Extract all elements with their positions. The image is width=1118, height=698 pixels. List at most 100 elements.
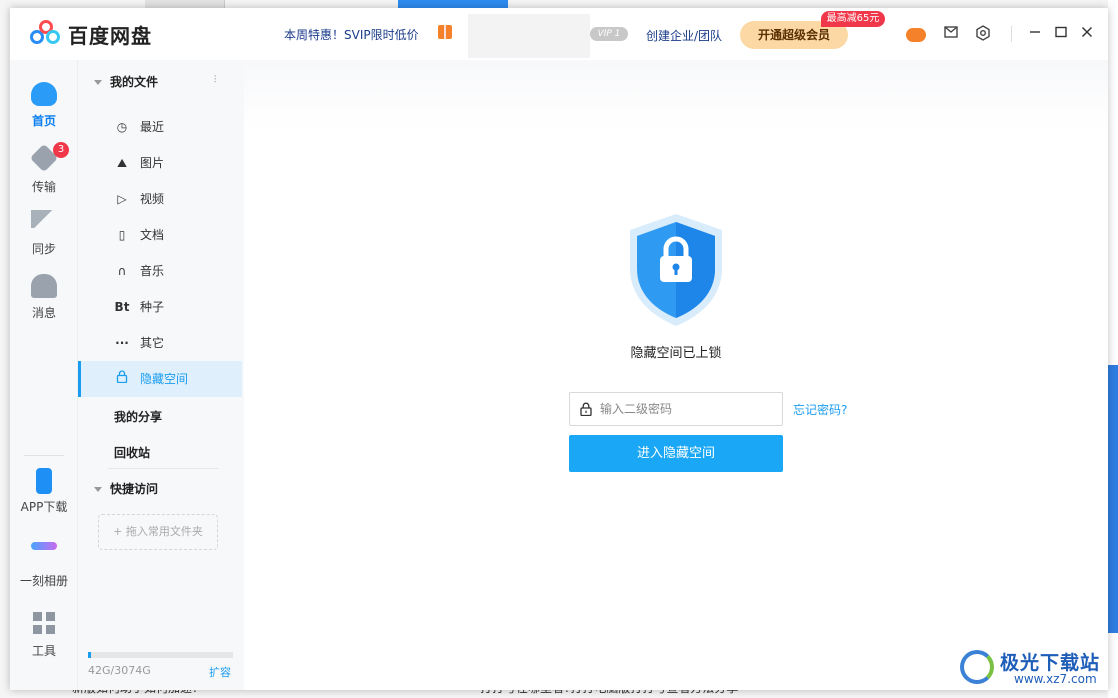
user-info-blurred[interactable] xyxy=(468,14,590,58)
quick-access-header[interactable]: 快捷访问 xyxy=(94,479,158,499)
sidebar-item-label: 图片 xyxy=(140,156,165,170)
create-team-link[interactable]: 创建企业/团队 xyxy=(646,27,722,44)
enter-hidden-space-button[interactable]: 进入隐藏空间 xyxy=(569,435,783,472)
rail-item-home[interactable]: 首页 xyxy=(10,82,78,129)
sync-icon-wrap xyxy=(31,210,57,234)
document-icon: ▯ xyxy=(118,228,126,242)
rail-label: 工具 xyxy=(31,644,56,658)
rail-label: 消息 xyxy=(31,306,56,320)
phone-icon-wrap xyxy=(31,468,57,494)
forgot-password-link[interactable]: 忘记密码? xyxy=(793,401,847,418)
collapse-triangle-icon xyxy=(94,80,102,85)
app-window: 百度网盘 本周特惠！SVIP限时低价 VIP 1 创建企业/团队 开通超级会员 … xyxy=(10,8,1108,690)
background-tab-active xyxy=(398,0,508,8)
close-icon[interactable] xyxy=(1078,25,1096,43)
my-files-header[interactable]: 我的文件 xyxy=(94,72,158,92)
sidebar-item-music[interactable]: ∩ 音乐 xyxy=(78,253,242,289)
more-icon: ··· xyxy=(115,336,129,350)
password-lock-icon xyxy=(580,402,592,416)
expand-storage-link[interactable]: 扩容 xyxy=(209,664,231,680)
sidebar-item-images[interactable]: ⛰ 图片 xyxy=(78,145,242,181)
sidebar-divider xyxy=(108,468,218,469)
headphones-icon: ∩ xyxy=(117,264,127,278)
storage-quota-fill xyxy=(88,652,91,658)
window-controls-divider xyxy=(1011,26,1012,42)
watermark-url: www.xz7.com xyxy=(1014,672,1097,686)
transfer-icon-wrap: 3 xyxy=(29,142,69,173)
quick-access-label: 快捷访问 xyxy=(110,482,159,496)
promo-link[interactable]: 本周特惠！SVIP限时低价 xyxy=(284,26,419,43)
sidebar-item-hidden-space[interactable]: 隐藏空间 xyxy=(78,361,242,397)
file-sidebar: 我的文件 ··· ◷ 最近 ⛰ 图片 ▷ 视频 ▯ 文档 ∩ 音乐 Bt 种子 … xyxy=(78,60,244,690)
shield-lock-icon xyxy=(630,214,722,326)
sidebar-item-label: 视频 xyxy=(140,192,165,206)
mail-icon[interactable] xyxy=(942,25,960,43)
app-logo[interactable]: 百度网盘 xyxy=(30,20,170,49)
collapse-triangle-icon xyxy=(94,487,102,492)
sidebar-item-label: 其它 xyxy=(140,336,165,350)
album-icon-wrap xyxy=(31,542,57,566)
rail-item-transfer[interactable]: 3 传输 xyxy=(10,142,78,195)
gift-icon[interactable] xyxy=(438,25,452,39)
message-icon xyxy=(31,274,57,298)
svip-discount-tag: 最高减65元 xyxy=(821,11,885,27)
rail-label: 同步 xyxy=(31,242,56,256)
rail-label: APP下载 xyxy=(20,500,68,514)
rail-item-album[interactable]: 一刻相册 xyxy=(10,534,78,589)
maximize-icon[interactable] xyxy=(1052,25,1070,43)
sidebar-item-label: 最近 xyxy=(140,120,165,134)
image-icon: ⛰ xyxy=(116,156,128,170)
settings-gear-icon[interactable] xyxy=(974,25,992,43)
drop-folder-zone[interactable]: + 拖入常用文件夹 xyxy=(98,514,218,550)
rail-divider xyxy=(24,455,64,456)
lock-icon xyxy=(114,361,130,397)
background-tab xyxy=(145,0,225,8)
my-files-label: 我的文件 xyxy=(110,75,159,89)
watermark-title: 极光下载站 xyxy=(1000,652,1101,674)
main-top-shade xyxy=(244,60,1108,130)
game-icon[interactable] xyxy=(906,28,926,42)
phone-icon xyxy=(36,468,52,494)
sidebar-item-recent[interactable]: ◷ 最近 xyxy=(78,109,242,145)
minimize-icon[interactable] xyxy=(1026,25,1044,43)
video-icon: ▷ xyxy=(117,192,127,206)
sidebar-item-label: 种子 xyxy=(140,300,165,314)
sidebar-item-recycle-bin[interactable]: 回收站 xyxy=(114,444,150,461)
sidebar-item-label: 隐藏空间 xyxy=(140,372,189,386)
sidebar-item-torrents[interactable]: Bt 种子 xyxy=(78,289,242,325)
clock-icon: ◷ xyxy=(116,120,128,134)
sync-icon xyxy=(31,210,55,228)
title-bar: 百度网盘 本周特惠！SVIP限时低价 VIP 1 创建企业/团队 开通超级会员 … xyxy=(10,8,1108,60)
rail-item-messages[interactable]: 消息 xyxy=(10,274,78,321)
sidebar-item-documents[interactable]: ▯ 文档 xyxy=(78,217,242,253)
sidebar-item-label: 文档 xyxy=(140,228,165,242)
sidebar-item-label: 音乐 xyxy=(140,264,165,278)
torrent-icon: Bt xyxy=(114,300,130,314)
left-nav-rail: 首页 3 传输 同步 消息 APP下载 一刻相册 工具 xyxy=(10,60,78,690)
sidebar-item-my-share[interactable]: 我的分享 xyxy=(114,408,162,425)
rail-item-app-download[interactable]: APP下载 xyxy=(10,468,78,515)
rail-item-sync[interactable]: 同步 xyxy=(10,210,78,257)
cloud-icon xyxy=(31,82,57,106)
sidebar-item-videos[interactable]: ▷ 视频 xyxy=(78,181,242,217)
hidden-space-locked-text: 隐藏空间已上锁 xyxy=(630,346,722,361)
second-password-field[interactable] xyxy=(569,392,783,426)
watermark-logo-icon xyxy=(960,650,994,684)
main-content: 隐藏空间已上锁 忘记密码? 进入隐藏空间 xyxy=(244,60,1108,690)
album-icon xyxy=(31,542,57,550)
storage-quota-bar xyxy=(88,652,233,658)
tools-icon-wrap xyxy=(31,612,57,636)
tools-icon xyxy=(33,612,55,634)
rail-label: 首页 xyxy=(31,114,56,128)
rail-item-tools[interactable]: 工具 xyxy=(10,612,78,659)
baidu-netdisk-logo-icon xyxy=(30,20,62,48)
rail-label: 一刻相册 xyxy=(19,574,68,588)
storage-quota-text: 42G/3074G xyxy=(88,664,151,677)
rail-label: 传输 xyxy=(31,180,56,194)
sidebar-item-other[interactable]: ··· 其它 xyxy=(78,325,242,361)
site-watermark: 极光下载站 www.xz7.com xyxy=(958,646,1116,690)
background-right-blue xyxy=(1108,365,1118,633)
transfer-count-badge: 3 xyxy=(53,142,69,158)
second-password-input[interactable] xyxy=(600,393,780,425)
more-dots-icon[interactable]: ··· xyxy=(208,74,222,82)
